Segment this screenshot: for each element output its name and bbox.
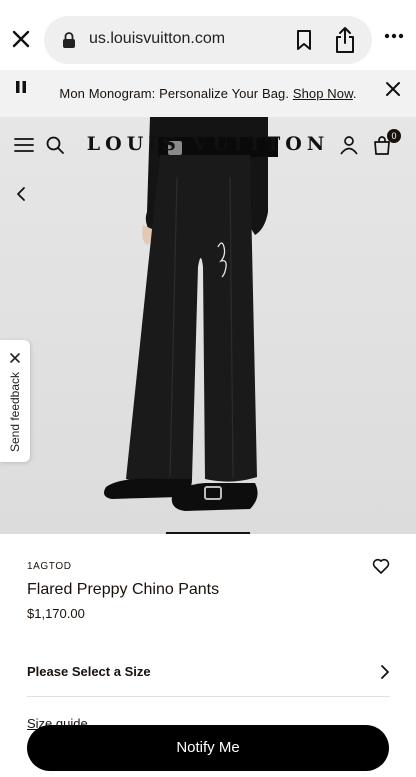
account-icon[interactable] [339,135,359,155]
send-feedback-tab[interactable]: Send feedback [0,340,30,462]
close-icon[interactable] [9,352,21,364]
chevron-right-icon [381,665,389,679]
bookmark-icon[interactable] [294,29,314,51]
site-header: LOUIS VUITTON 0 [0,117,416,173]
more-icon[interactable] [384,32,404,40]
promo-message: Mon Monogram: Personalize Your Bag. [59,86,290,101]
carousel-indicator [166,532,250,534]
product-name: Flared Preppy Chino Pants [27,581,220,598]
product-price: $1,170.00 [27,606,85,621]
bag-count-badge: 0 [387,129,401,143]
browser-toolbar: us.louisvuitton.com [0,0,416,70]
send-feedback-label: Send feedback [8,371,22,453]
promo-trailing: . [352,86,357,101]
chevron-left-icon[interactable] [15,186,29,202]
size-selector-label: Please Select a Size [27,664,151,679]
promo-text: Mon Monogram: Personalize Your Bag. Shop… [0,86,416,101]
lock-icon [63,32,75,48]
close-icon[interactable] [10,28,32,50]
size-selector[interactable]: Please Select a Size [27,651,390,697]
share-icon[interactable] [333,26,357,54]
shop-now-link[interactable]: Shop Now [293,86,353,101]
product-image[interactable] [0,117,416,534]
product-photo [104,117,278,511]
close-icon[interactable] [384,80,402,98]
notify-me-button[interactable]: Notify Me [27,725,389,771]
promo-banner: Mon Monogram: Personalize Your Bag. Shop… [0,70,416,117]
product-sku: 1AGTOD [27,561,72,572]
heart-icon[interactable] [372,558,390,574]
url-text: us.louisvuitton.com [89,30,226,47]
address-bar[interactable]: us.louisvuitton.com [44,16,372,64]
